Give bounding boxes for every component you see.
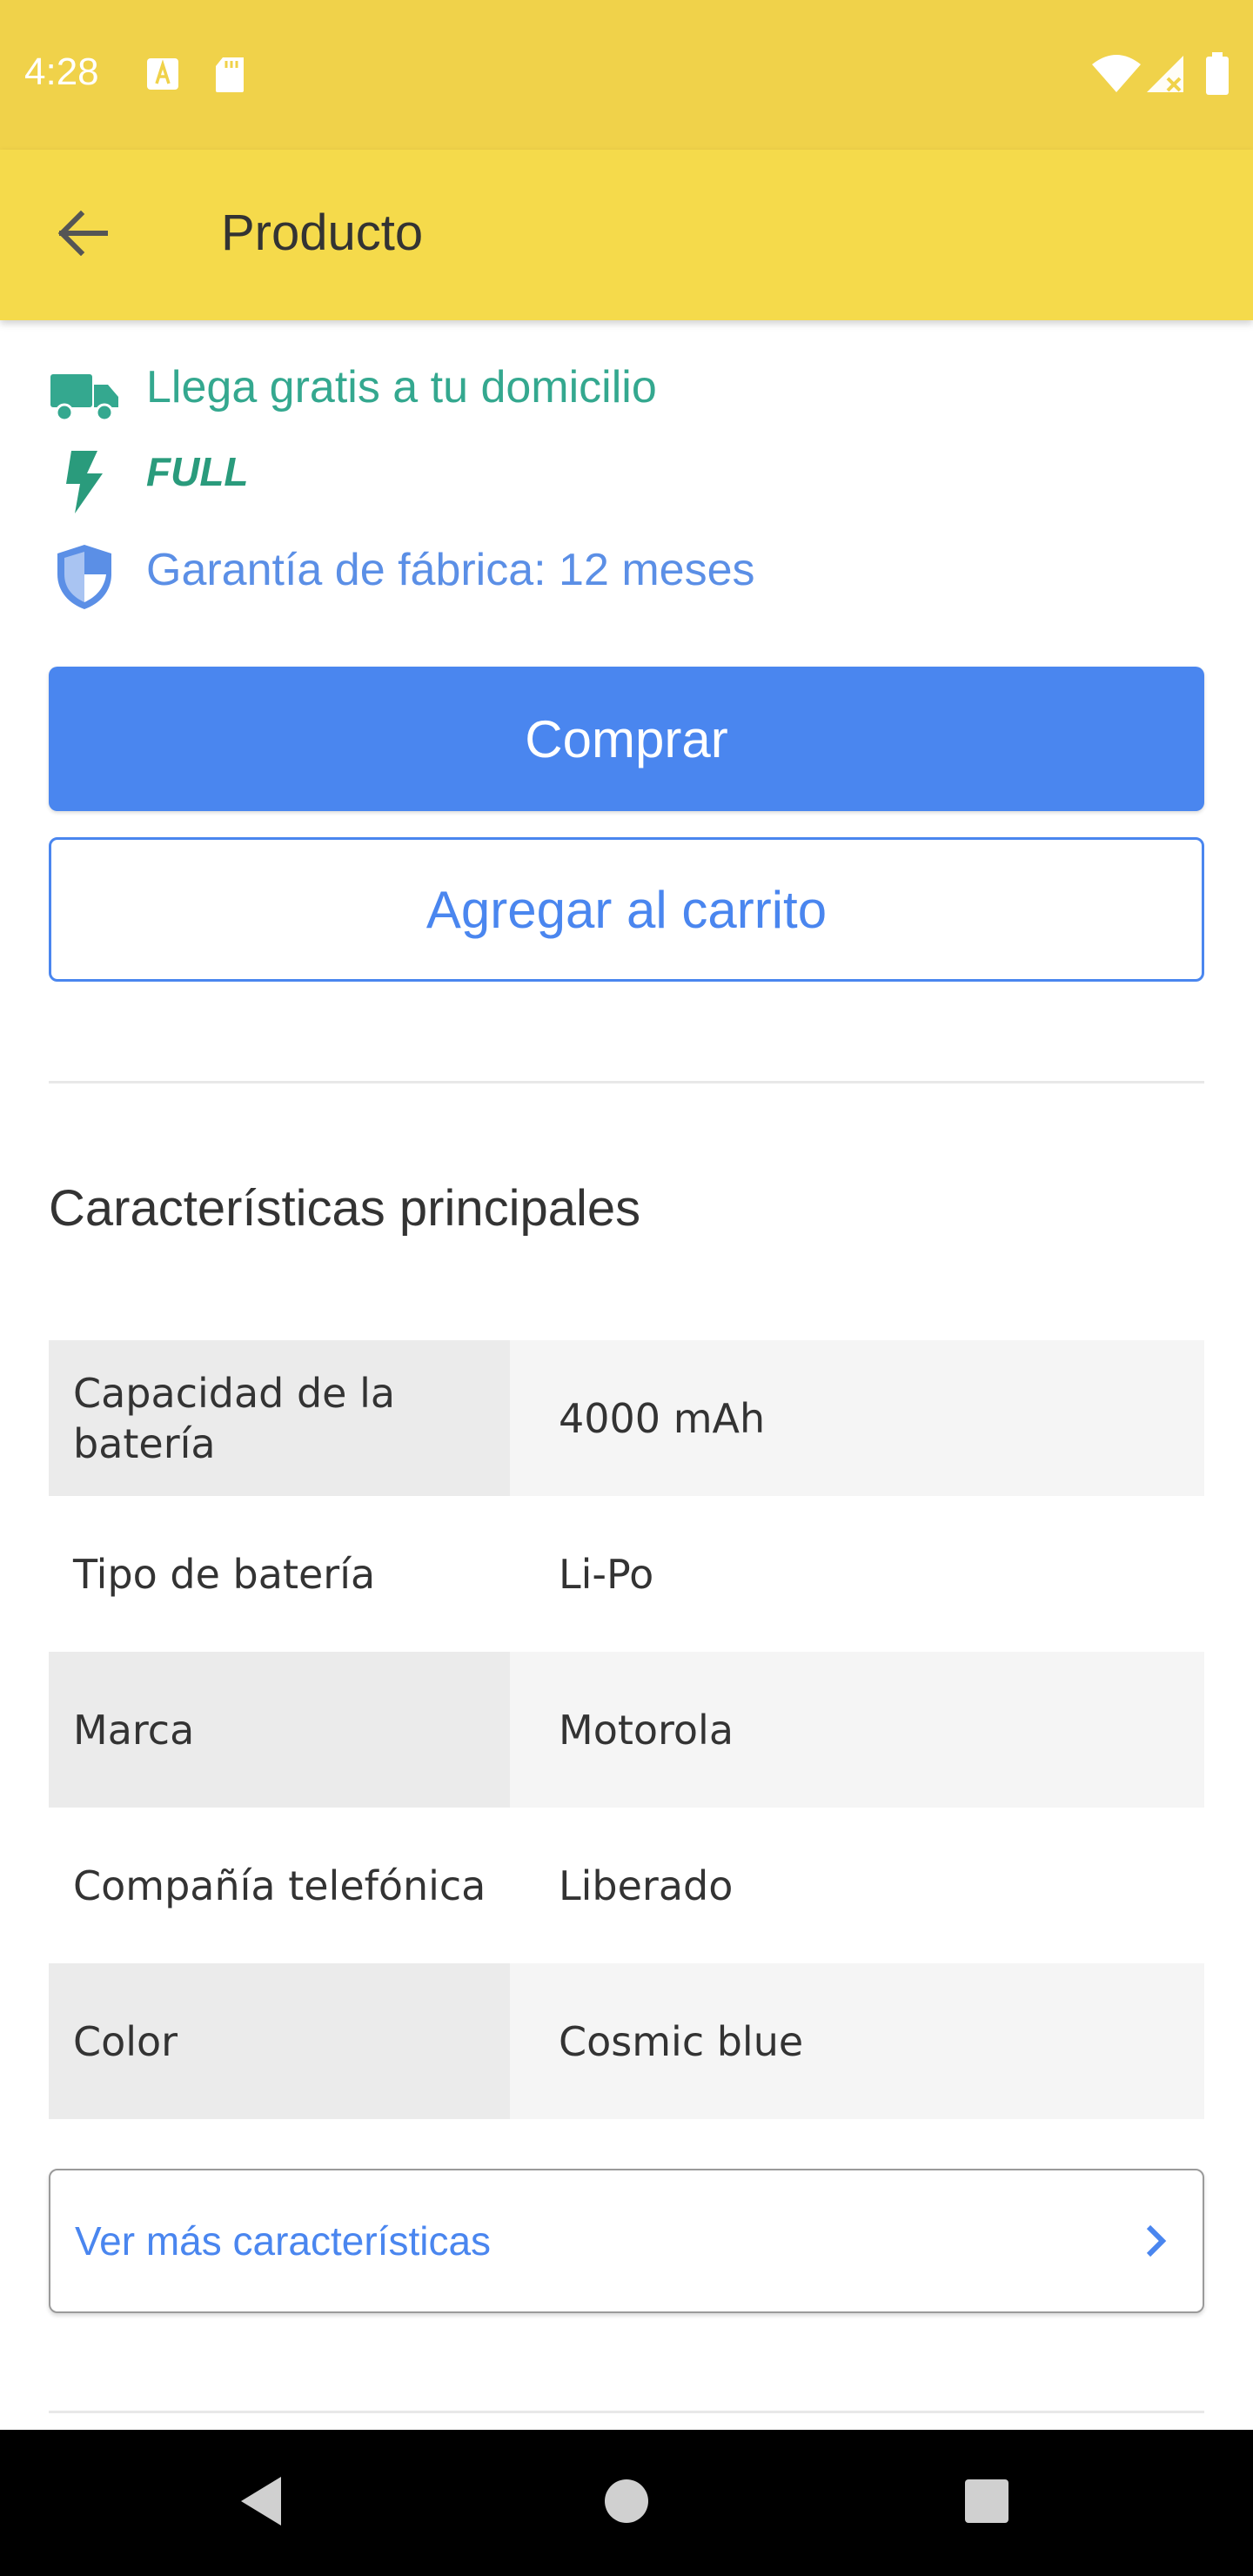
battery-icon <box>1204 52 1230 100</box>
status-bar: 4:28 <box>0 0 1253 150</box>
table-row: Marca Motorola <box>49 1652 1204 1808</box>
spec-value: Motorola <box>510 1652 1204 1808</box>
more-features-button[interactable]: Ver más características <box>49 2169 1204 2313</box>
home-circle-icon <box>603 2478 650 2529</box>
table-row: Compañía telefónica Liberado <box>49 1808 1204 1963</box>
wifi-icon <box>1091 54 1142 98</box>
free-shipping-label: Llega gratis a tu domicilio <box>146 362 657 413</box>
arrow-left-icon <box>55 210 109 260</box>
nav-back-button[interactable] <box>191 2430 331 2576</box>
spec-key: Tipo de batería <box>49 1496 510 1652</box>
table-row: Tipo de batería Li-Po <box>49 1496 1204 1652</box>
spec-key: Color <box>49 1963 510 2119</box>
page-title: Producto <box>221 205 424 261</box>
lightning-icon <box>63 451 104 518</box>
divider <box>49 2411 1204 2413</box>
spec-key: Capacidad de la batería <box>49 1340 510 1496</box>
features-table: Capacidad de la batería 4000 mAh Tipo de… <box>49 1340 1204 2119</box>
spec-key: Marca <box>49 1652 510 1808</box>
full-badge: FULL <box>146 449 249 494</box>
divider <box>49 1081 1204 1083</box>
status-time: 4:28 <box>24 50 99 93</box>
table-row: Capacidad de la batería 4000 mAh <box>49 1340 1204 1496</box>
spec-key: Compañía telefónica <box>49 1808 510 1963</box>
chevron-right-icon <box>1143 2222 1168 2260</box>
recents-square-icon <box>963 2478 1010 2529</box>
add-to-cart-button[interactable]: Agregar al carrito <box>49 837 1204 982</box>
more-features-label: Ver más características <box>75 2218 492 2264</box>
table-row: Color Cosmic blue <box>49 1963 1204 2119</box>
signal-icon <box>1145 54 1185 98</box>
nav-recents-button[interactable] <box>917 2430 1056 2576</box>
app-bar: Producto <box>0 150 1253 320</box>
truck-icon <box>49 369 120 429</box>
warranty-label: Garantía de fábrica: 12 meses <box>146 545 755 595</box>
a-box-icon <box>146 57 179 95</box>
spec-value: Li-Po <box>510 1496 1204 1652</box>
spec-value: 4000 mAh <box>510 1340 1204 1496</box>
features-title: Características principales <box>49 1180 641 1237</box>
buy-button[interactable]: Comprar <box>49 667 1204 811</box>
nav-home-button[interactable] <box>557 2430 696 2576</box>
back-button[interactable] <box>38 191 125 278</box>
spec-value: Cosmic blue <box>510 1963 1204 2119</box>
shield-icon <box>56 543 113 615</box>
spec-value: Liberado <box>510 1808 1204 1963</box>
system-nav-bar <box>0 2430 1253 2576</box>
sd-card-icon <box>212 56 247 98</box>
back-triangle-icon <box>238 2475 285 2532</box>
